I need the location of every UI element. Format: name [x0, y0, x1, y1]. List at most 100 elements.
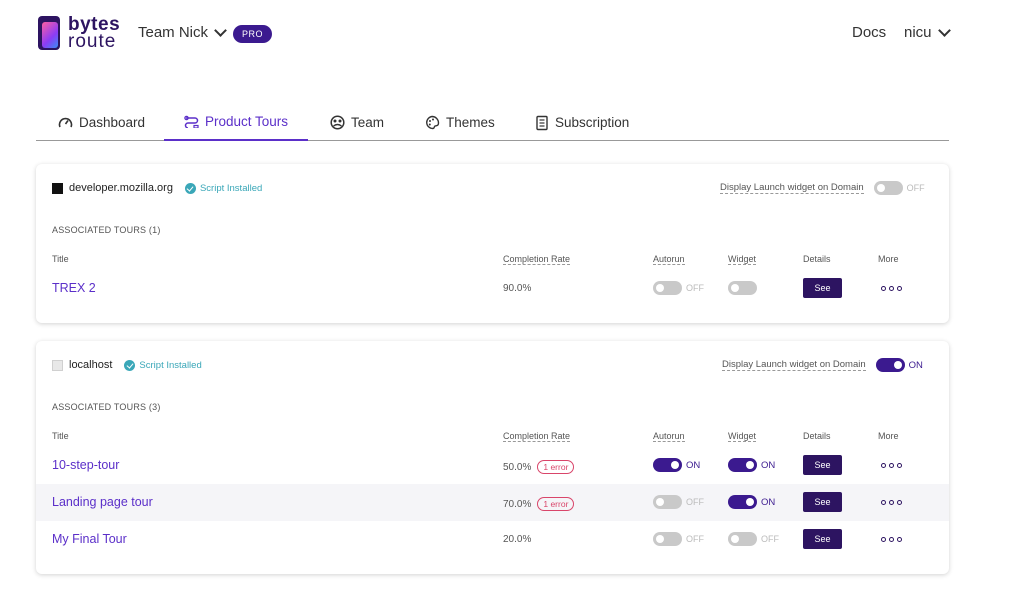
launch-widget-setting: Display Launch widget on Domain OFF: [720, 181, 925, 195]
completion-rate: 50.0% 1 error: [503, 460, 575, 474]
more-options-icon[interactable]: [881, 500, 902, 505]
toggle-state: OFF: [686, 534, 704, 544]
toggle-switch[interactable]: [875, 358, 905, 372]
col-details: Details: [803, 254, 831, 264]
rate-value: 50.0%: [503, 461, 532, 473]
check-circle-icon: [124, 359, 136, 371]
col-details: Details: [803, 431, 831, 441]
docs-link[interactable]: Docs: [852, 24, 886, 41]
tour-title-link[interactable]: Landing page tour: [52, 495, 153, 509]
check-circle-icon: [184, 182, 196, 194]
toggle-state: OFF: [686, 283, 704, 293]
col-widget[interactable]: Widget: [728, 254, 757, 265]
user-menu[interactable]: nicu: [904, 23, 951, 41]
see-details-button[interactable]: See: [803, 278, 842, 298]
widget-toggle[interactable]: [728, 281, 757, 295]
col-autorun[interactable]: Autorun: [653, 431, 685, 442]
domain-card: developer.mozilla.org Script Installed D…: [36, 164, 949, 323]
toggle-state: OFF: [761, 534, 779, 544]
tab-label: Team: [351, 115, 385, 130]
tour-title-link[interactable]: 10-step-tour: [52, 458, 119, 472]
associated-tours-heading: ASSOCIATED TOURS (3): [52, 402, 161, 412]
col-completion-rate[interactable]: Completion Rate: [503, 431, 571, 442]
col-widget[interactable]: Widget: [728, 431, 757, 442]
toggle-switch[interactable]: [653, 495, 682, 509]
tab-team[interactable]: Team: [330, 104, 384, 141]
tab-subscription[interactable]: Subscription: [535, 104, 629, 141]
tab-product-tours[interactable]: Product Tours: [164, 104, 308, 141]
chevron-down-icon: [937, 23, 951, 37]
col-more: More: [878, 254, 899, 264]
domain-card: localhost Script Installed Display Launc…: [36, 341, 949, 574]
associated-tours-heading: ASSOCIATED TOURS (1): [52, 225, 161, 235]
route-icon: [184, 115, 199, 128]
widget-toggle[interactable]: ON: [728, 458, 775, 472]
script-status: Script Installed: [124, 359, 202, 371]
script-status-label: Script Installed: [199, 182, 263, 194]
toggle-switch[interactable]: [728, 532, 757, 546]
widget-toggle[interactable]: OFF: [728, 532, 779, 546]
script-status: Script Installed: [184, 182, 263, 194]
col-title: Title: [52, 254, 69, 264]
gauge-icon: [58, 117, 73, 128]
toggle-switch[interactable]: [653, 532, 682, 546]
localhost-favicon-icon: [52, 359, 63, 371]
launch-widget-toggle[interactable]: ON: [875, 358, 923, 372]
domain-name: developer.mozilla.org: [69, 182, 173, 194]
more-options-icon[interactable]: [881, 537, 902, 542]
autorun-toggle[interactable]: OFF: [653, 495, 704, 509]
plan-badge: PRO: [233, 25, 273, 43]
mozilla-favicon-icon: [52, 182, 63, 194]
toggle-state: OFF: [906, 183, 925, 193]
see-details-button[interactable]: See: [803, 492, 842, 512]
toggle-switch[interactable]: [728, 281, 757, 295]
table-row: 10-step-tour 50.0% 1 error ON ON See: [36, 447, 949, 484]
tour-title-link[interactable]: My Final Tour: [52, 532, 127, 546]
more-options-icon[interactable]: [881, 463, 902, 468]
table-row: TREX 2 90.0% OFF See: [36, 270, 949, 307]
user-name: nicu: [904, 24, 932, 41]
rate-value: 20.0%: [503, 534, 532, 545]
domain-header: localhost Script Installed: [52, 359, 202, 371]
team-icon: [330, 115, 345, 130]
autorun-toggle[interactable]: OFF: [653, 532, 704, 546]
tab-themes[interactable]: Themes: [425, 104, 495, 141]
col-autorun[interactable]: Autorun: [653, 254, 685, 265]
domain-name: localhost: [69, 359, 113, 371]
toggle-state: ON: [761, 496, 776, 508]
error-badge[interactable]: 1 error: [537, 497, 575, 511]
team-switcher[interactable]: Team Nick: [138, 23, 227, 41]
toggle-switch[interactable]: [653, 281, 682, 295]
error-badge[interactable]: 1 error: [537, 460, 575, 474]
receipt-icon: [536, 115, 548, 130]
see-details-button[interactable]: See: [803, 455, 842, 475]
autorun-toggle[interactable]: OFF: [653, 281, 704, 295]
more-options-icon[interactable]: [881, 286, 902, 291]
col-completion-rate[interactable]: Completion Rate: [503, 254, 571, 265]
rate-value: 90.0%: [503, 283, 532, 294]
see-details-button[interactable]: See: [803, 529, 842, 549]
palette-icon: [426, 115, 440, 130]
toggle-state: ON: [908, 359, 923, 371]
tour-title-link[interactable]: TREX 2: [52, 281, 96, 295]
launch-widget-label: Display Launch widget on Domain: [720, 182, 864, 194]
tab-dashboard[interactable]: Dashboard: [58, 104, 145, 141]
toggle-switch[interactable]: [728, 458, 757, 472]
toggle-switch[interactable]: [873, 181, 903, 195]
tab-label: Themes: [446, 115, 495, 130]
toggle-switch[interactable]: [728, 495, 757, 509]
app-logo[interactable]: bytes route: [36, 14, 120, 52]
toggle-switch[interactable]: [653, 458, 682, 472]
table-row: My Final Tour 20.0% OFF OFF See: [36, 521, 949, 558]
launch-widget-label: Display Launch widget on Domain: [722, 359, 866, 371]
tab-label: Dashboard: [79, 115, 146, 130]
autorun-toggle[interactable]: ON: [653, 458, 700, 472]
table-row: Landing page tour 70.0% 1 error OFF ON S…: [36, 484, 949, 521]
bytesroute-logo-icon: [36, 14, 62, 52]
chevron-down-icon: [214, 23, 227, 37]
launch-widget-toggle[interactable]: OFF: [873, 181, 925, 195]
toggle-state: ON: [761, 459, 776, 471]
team-name: Team Nick: [138, 24, 209, 41]
logo-text-bottom: route: [68, 31, 117, 52]
widget-toggle[interactable]: ON: [728, 495, 775, 509]
